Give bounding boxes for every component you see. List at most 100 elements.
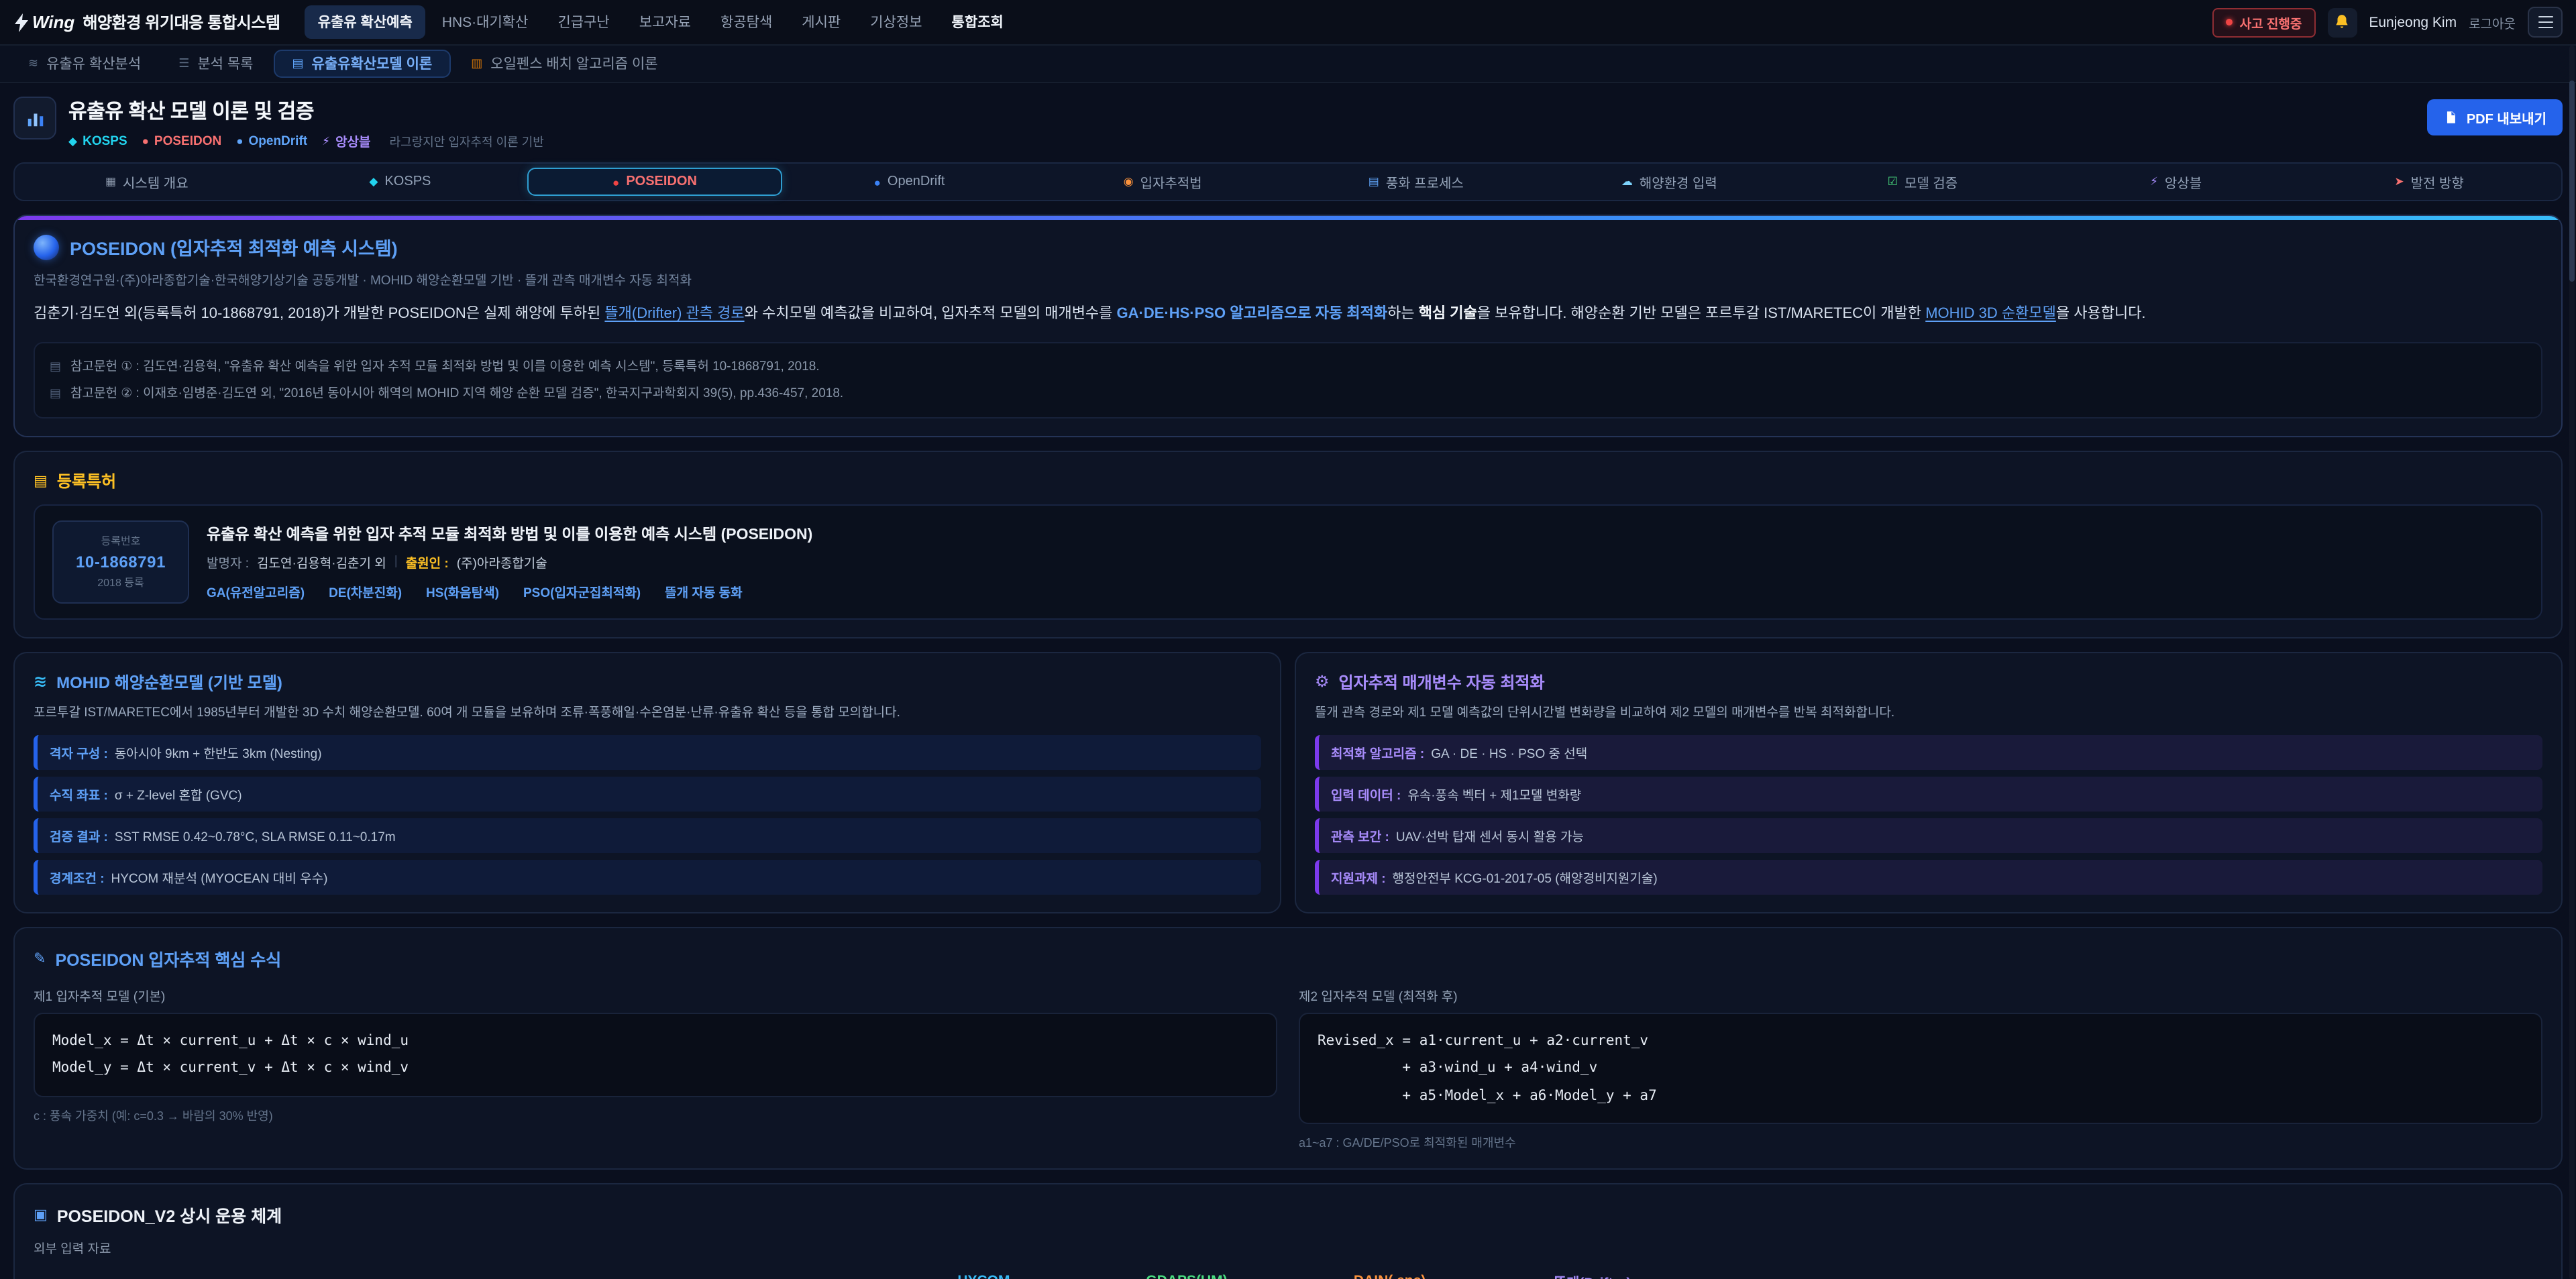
dot-icon: ● (142, 134, 149, 148)
nav-item-board[interactable]: 게시판 (788, 5, 854, 39)
text-segment: 와 수치모델 예측값을 비교하여, 입자추적 모델의 매개변수를 (745, 306, 1117, 322)
nav-item-oil-diffusion[interactable]: 유출유 확산예측 (305, 5, 426, 39)
data-flow: HYCOM 해류·수온염분 YYYYMMDD.nc → GDAPS(UM) 바람… (34, 1274, 2542, 1279)
cloud-icon: ☁ (1621, 174, 1633, 189)
clipboard-icon: ▤ (34, 471, 48, 489)
scrollbar-thumb[interactable] (2569, 80, 2575, 282)
document-icon (2444, 110, 2459, 125)
check-icon: ☑ (1888, 174, 1898, 189)
patent-year: 2018 등록 (64, 575, 177, 590)
model-columns: ≋ MOHID 해양순환모델 (기반 모델) 포르투갈 IST/MARETEC에… (13, 651, 2563, 913)
tab-label: 앙상블 (2165, 172, 2202, 192)
source-dain: DAIN(.enc) 격자·수심·해안선·조석 정적 바이너리 데이터 (1315, 1274, 1465, 1279)
flow-arrow-icon: → (1077, 1274, 1092, 1279)
references-box: ▤ 참고문헌 ① : 김도연·김용혁, "유출유 확산 예측을 위한 입자 추적… (34, 343, 2542, 419)
model1-note: c : 풍속 가중치 (예: c=0.3 → 바람의 30% 반영) (34, 1107, 1277, 1124)
tag-ga[interactable]: GA(유전알고리즘) (207, 581, 305, 600)
spec-value: 동아시아 9km + 한반도 3km (Nesting) (115, 743, 322, 762)
tab-poseidon[interactable]: ●POSEIDON (527, 168, 783, 196)
badge-kosps: ◆ KOSPS (68, 133, 127, 148)
spec-label: 최적화 알고리즘 : (1331, 743, 1424, 762)
mohid-description: 포르투갈 IST/MARETEC에서 1985년부터 개발한 3D 수치 해양순… (34, 702, 1261, 724)
badge-label: POSEIDON (154, 133, 221, 148)
logout-button[interactable]: 로그아웃 (2469, 13, 2516, 32)
spec-row-grid: 격자 구성 : 동아시아 9km + 한반도 3km (Nesting) (34, 735, 1261, 770)
tab-opendrift[interactable]: ●OpenDrift (783, 169, 1036, 194)
source-name: DAIN(.enc) (1315, 1274, 1465, 1279)
page-subtitle: 라그랑지안 입자추적 이론 기반 (390, 132, 544, 150)
hamburger-bar (2538, 27, 2553, 29)
subnav-tab-model-theory[interactable]: ▤ 유출유확산모델 이론 (273, 50, 451, 78)
tab-label: 입자추적법 (1140, 172, 1202, 192)
applicant-label: 출원인 : (406, 552, 449, 571)
spec-value: SST RMSE 0.42~0.78°C, SLA RMSE 0.11~0.17… (115, 830, 396, 845)
tag-de[interactable]: DE(차분진화) (329, 581, 402, 600)
diamond-icon: ◆ (369, 174, 378, 189)
tab-particle-tracking[interactable]: ◉입자추적법 (1036, 166, 1289, 197)
alert-dot-icon (2226, 19, 2233, 25)
nav-item-integrated-search[interactable]: 통합조회 (938, 5, 1017, 39)
nav-item-weather-info[interactable]: 기상정보 (857, 5, 935, 39)
page-scrollbar[interactable] (2569, 46, 2575, 1279)
app-window: Wing 해양환경 위기대응 통합시스템 유출유 확산예측 HNS·대기확산 긴… (0, 0, 2576, 1279)
tab-ocean-env-input[interactable]: ☁해양환경 입력 (1543, 166, 1796, 197)
mohid-title: MOHID 해양순환모델 (기반 모델) (56, 670, 282, 693)
patent-meta: 발명자 : 김도연·김용혁·김춘기 외 | 출원인 : (주)아라종합기술 (207, 552, 812, 571)
notification-button[interactable] (2327, 7, 2357, 37)
formula-model1: 제1 입자추적 모델 (기본) Model_x = Δt × current_u… (34, 986, 1277, 1152)
tab-label: 시스템 개요 (123, 172, 189, 192)
tab-roadmap[interactable]: ➤발전 방향 (2302, 166, 2556, 197)
subnav-tab-label: 오일펜스 배치 알고리즘 이론 (490, 54, 657, 74)
tab-weathering-process[interactable]: ▤풍화 프로세스 (1289, 166, 1543, 197)
top-navbar: Wing 해양환경 위기대응 통합시스템 유출유 확산예측 HNS·대기확산 긴… (0, 0, 2576, 46)
tab-ensemble[interactable]: ⚡앙상블 (2049, 166, 2303, 197)
flow-arrow-icon: → (1281, 1274, 1296, 1279)
wave-icon: ≋ (34, 672, 47, 691)
spec-value: UAV·선박 탑재 센서 동시 활용 가능 (1396, 826, 1584, 845)
book-icon: ▥ (471, 56, 482, 71)
nav-item-emergency-rescue[interactable]: 긴급구난 (544, 5, 623, 39)
book-icon: ▤ (292, 56, 303, 71)
optimization-card-header: ⚙ 입자추적 매개변수 자동 최적화 (1315, 670, 2542, 693)
tab-label: 풍화 프로세스 (1386, 172, 1464, 192)
tab-kosps[interactable]: ◆KOSPS (274, 169, 527, 194)
nav-item-reports[interactable]: 보고자료 (626, 5, 704, 39)
drifter-path-link[interactable]: 뜰개(Drifter) 관측 경로 (604, 306, 744, 322)
tab-label: 모델 검증 (1904, 172, 1957, 192)
incident-status-badge[interactable]: 사고 진행중 (2213, 7, 2316, 37)
tab-overview[interactable]: ▦시스템 개요 (20, 166, 274, 197)
source-name: HYCOM (908, 1274, 1059, 1279)
diamond-icon: ◆ (68, 133, 77, 148)
pdf-export-button[interactable]: PDF 내보내기 (2428, 99, 2563, 135)
list-icon: ☰ (178, 56, 189, 71)
subnav-tab-diffusion-analysis[interactable]: ≋ 유출유 확산분석 (11, 46, 158, 82)
subnav-tab-analysis-list[interactable]: ☰ 분석 목록 (161, 46, 270, 82)
tag-hs[interactable]: HS(화음탐색) (426, 581, 499, 600)
subnav-tab-boom-algorithm-theory[interactable]: ▥ 오일펜스 배치 알고리즘 이론 (453, 46, 675, 82)
badge-label: KOSPS (83, 133, 127, 148)
v2-card-header: ▣ POSEIDON_V2 상시 운용 체계 (34, 1203, 2542, 1228)
spec-label: 검증 결과 : (50, 826, 108, 845)
hamburger-menu-button[interactable] (2528, 7, 2563, 38)
flow-arrow-icon: → (1484, 1274, 1499, 1279)
poseidon-intro-card: POSEIDON (입자추적 최적화 예측 시스템) 한국환경연구원·(주)아라… (13, 215, 2563, 437)
mohid-model-link[interactable]: MOHID 3D 순환모델 (1925, 306, 2056, 322)
patent-info: 유출유 확산 예측을 위한 입자 추적 모듈 최적화 방법 및 이를 이용한 예… (207, 522, 812, 600)
page-title-block: 유출유 확산 모델 이론 및 검증 ◆KOSPS ●POSEIDON ●Open… (68, 97, 544, 150)
v2-title: POSEIDON_V2 상시 운용 체계 (57, 1203, 282, 1228)
optimization-description: 뜰개 관측 경로와 제1 모델 예측값의 단위시간별 변화량을 비교하여 제2 … (1315, 702, 2542, 724)
nav-item-hns-atmos[interactable]: HNS·대기확산 (429, 5, 542, 39)
spec-label: 격자 구성 : (50, 743, 108, 762)
nav-item-aerial-search[interactable]: 항공탐색 (707, 5, 786, 39)
page-header-left: 유출유 확산 모델 이론 및 검증 ◆KOSPS ●POSEIDON ●Open… (13, 97, 544, 150)
tag-pso[interactable]: PSO(입자군집최적화) (523, 581, 641, 600)
page-title: 유출유 확산 모델 이론 및 검증 (68, 97, 544, 125)
poseidon-description: 김춘기·김도연 외(등록특허 10-1868791, 2018)가 개발한 PO… (34, 300, 2542, 328)
user-name[interactable]: Eunjeong Kim (2369, 14, 2457, 30)
monitor-icon: ▣ (34, 1207, 48, 1224)
reference-text: 참고문헌 ② : 이재호·임병준·김도연 외, "2016년 동아시아 해역의 … (70, 383, 843, 403)
subnav-tab-label: 분석 목록 (197, 54, 253, 74)
tab-model-validation[interactable]: ☑ 모델 검증 (1796, 166, 2049, 197)
tag-drifter-assimilation[interactable]: 뜰개 자동 동화 (665, 581, 742, 600)
badge-poseidon: ● POSEIDON (142, 133, 222, 148)
